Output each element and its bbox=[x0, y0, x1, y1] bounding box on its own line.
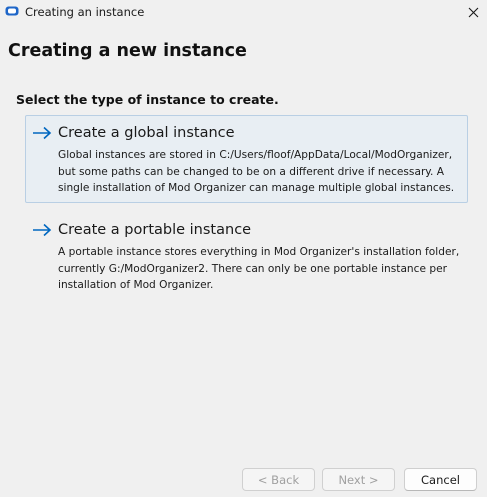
create-portable-instance-option[interactable]: Create a portable instance A portable in… bbox=[25, 212, 468, 294]
back-button[interactable]: < Back bbox=[242, 468, 315, 491]
create-global-instance-option[interactable]: Create a global instance Global instance… bbox=[25, 115, 468, 203]
window-title: Creating an instance bbox=[25, 5, 145, 19]
global-instance-description: Global instances are stored in C:/Users/… bbox=[58, 149, 455, 194]
close-button[interactable] bbox=[462, 2, 484, 22]
close-icon bbox=[468, 7, 478, 17]
instance-type-prompt: Select the type of instance to create. bbox=[16, 92, 279, 107]
portable-instance-description: A portable instance stores everything in… bbox=[58, 246, 460, 291]
title-bar: Creating an instance bbox=[0, 0, 487, 24]
portable-instance-title: Create a portable instance bbox=[58, 222, 252, 238]
arrow-right-icon bbox=[33, 223, 52, 237]
global-instance-title: Create a global instance bbox=[58, 125, 235, 141]
arrow-right-icon bbox=[33, 126, 52, 140]
page-title: Creating a new instance bbox=[8, 41, 247, 61]
cancel-button[interactable]: Cancel bbox=[404, 468, 477, 491]
mod-organizer-icon bbox=[5, 6, 19, 16]
next-button[interactable]: Next > bbox=[322, 468, 395, 491]
